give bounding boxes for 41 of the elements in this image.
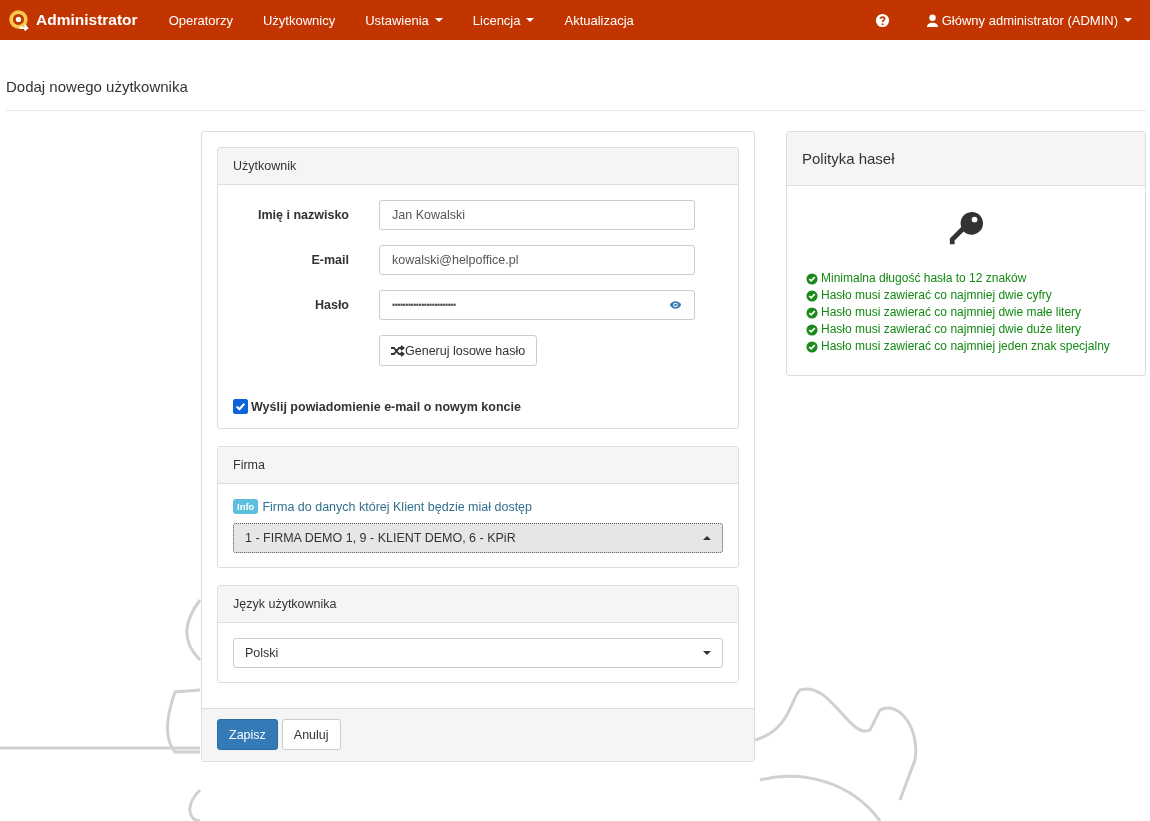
checkmark-icon (234, 400, 247, 413)
policy-rule: Hasło musi zawierać co najmniej dwie małe litery (806, 304, 1126, 321)
section-title: Użytkownik (218, 148, 738, 185)
page-title: Dodaj nowego użytkownika (6, 77, 189, 97)
save-button[interactable]: Zapisz (217, 719, 278, 750)
notify-label: Wyślij powiadomienie e-mail o nowym koncie (251, 399, 521, 414)
logo-icon (9, 9, 30, 31)
info-text: Firma do danych której Klient będzie miał dostęp (262, 499, 532, 514)
policy-title: Polityka haseł (787, 132, 1145, 186)
policy-rule: Hasło musi zawierać co najmniej dwie cyfry (806, 287, 1126, 304)
policy-rule: Hasło musi zawierać co najmniej dwie duże litery (806, 321, 1126, 338)
text-field[interactable]: kowalski@helpoffice.pl (379, 245, 695, 275)
text-field[interactable]: Jan Kowalski (379, 200, 695, 230)
nav-link[interactable]: Operatorzy (153, 12, 248, 28)
notify-checkbox[interactable] (233, 399, 248, 414)
brand-name: Administrator (36, 11, 138, 29)
caret-icon (703, 536, 711, 540)
nav-link[interactable]: Licencja (457, 12, 550, 28)
nav-link[interactable]: Aktualizacja (549, 12, 649, 28)
nav-link[interactable]: Ustawienia (350, 12, 458, 28)
section-title: Język użytkownika (218, 586, 738, 623)
nav-link[interactable]: Użytkownicy (247, 12, 351, 28)
password-field[interactable]: •••••••••••••••••••••••• (379, 290, 695, 320)
field-label: Imię i nazwisko (257, 208, 350, 222)
policy-rule: Hasło musi zawierać co najmniej jeden znak specjalny (806, 338, 1126, 355)
company-select[interactable]: 1 - FIRMA DEMO 1, 9 - KLIENT DEMO, 6 - KPiR (233, 523, 723, 553)
brand-link[interactable]: Administrator (0, 9, 154, 31)
user-menu[interactable]: Główny administrator (ADMIN) (911, 12, 1150, 28)
caret-icon (703, 651, 711, 655)
field-label: Hasło (313, 298, 350, 312)
section-title: Firma (218, 447, 738, 484)
cancel-button[interactable]: Anuluj (281, 719, 341, 750)
user-icon (926, 13, 938, 27)
eye-icon[interactable] (669, 300, 682, 310)
generate-password-button[interactable]: Generuj losowe hasło (379, 335, 538, 366)
info-badge: Info (233, 499, 259, 514)
shuffle-icon (391, 344, 405, 357)
language-select[interactable]: Polski (233, 638, 723, 668)
field-label: E-mail (310, 253, 350, 267)
help-icon[interactable] (874, 12, 890, 28)
policy-rule: Minimalna długość hasła to 12 znaków (806, 270, 1126, 287)
